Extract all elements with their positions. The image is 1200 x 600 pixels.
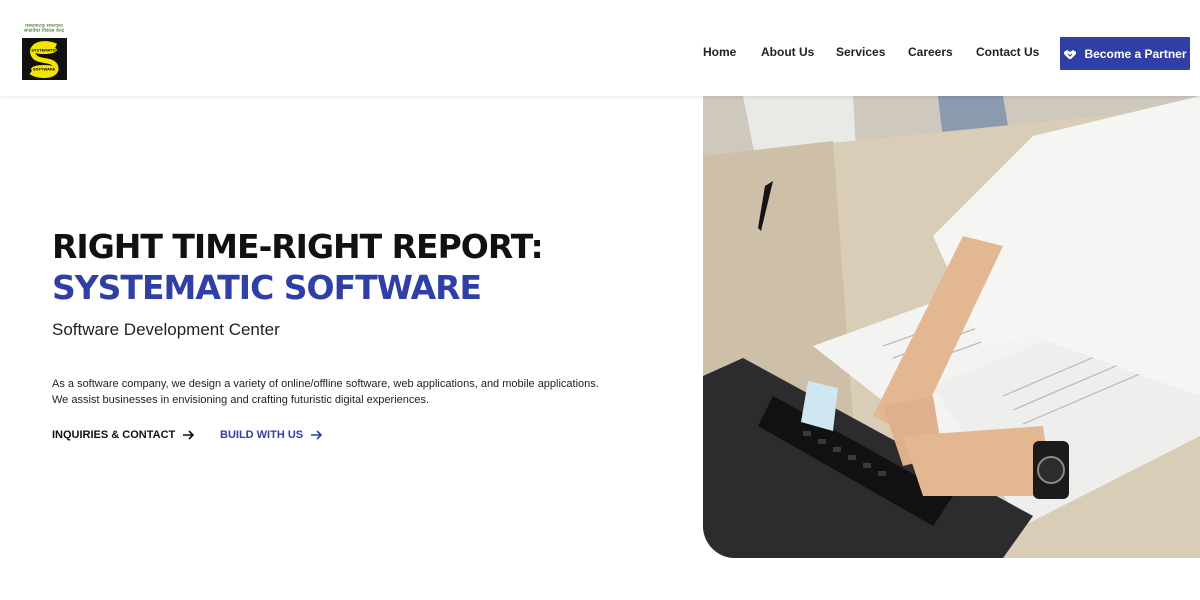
logo-text: सिस्टमेटिक सफ्टवेयर सफ्टवेयर विकास केन्द… xyxy=(14,24,74,34)
site-header: सिस्टमेटिक सफ्टवेयर सफ्टवेयर विकास केन्द… xyxy=(0,0,1200,96)
handshake-icon xyxy=(1063,48,1077,60)
logo-mark-top-text: SYSTEMATIC xyxy=(31,49,57,53)
hero-title-line1: RIGHT TIME-RIGHT REPORT: xyxy=(52,227,544,266)
brand-logo[interactable]: सिस्टमेटिक सफ्टवेयर सफ्टवेयर विकास केन्द… xyxy=(14,24,74,80)
nav-item-home[interactable]: Home xyxy=(703,45,736,59)
hero-title-line2: SYSTEMATIC SOFTWARE xyxy=(52,268,482,307)
become-partner-label: Become a Partner xyxy=(1084,46,1187,61)
logo-mark: SYSTEMATIC SOFTWARE xyxy=(22,38,67,80)
inquiries-contact-link[interactable]: INQUIRIES & CONTACT xyxy=(52,429,195,441)
arrow-right-icon xyxy=(311,430,323,440)
logo-mark-bottom-text: SOFTWARE xyxy=(33,68,56,72)
become-partner-button[interactable]: Become a Partner xyxy=(1060,37,1190,70)
arrow-right-icon xyxy=(183,430,195,440)
hero-description: As a software company, we design a varie… xyxy=(52,378,599,406)
nav-item-careers[interactable]: Careers xyxy=(908,45,953,59)
inquiries-contact-label: INQUIRIES & CONTACT xyxy=(52,429,176,441)
hero-image xyxy=(703,96,1200,558)
nav-item-about-us[interactable]: About Us xyxy=(761,45,814,59)
hero-subtitle: Software Development Center xyxy=(52,320,280,339)
build-with-us-label: BUILD WITH US xyxy=(220,429,304,441)
nav-item-contact-us[interactable]: Contact Us xyxy=(976,45,1039,59)
nav-item-services[interactable]: Services xyxy=(836,45,885,59)
build-with-us-link[interactable]: BUILD WITH US xyxy=(220,429,323,441)
logo-text-line2: सफ्टवेयर विकास केन्द्र xyxy=(23,28,65,34)
hero-title: RIGHT TIME-RIGHT REPORT: SYSTEMATIC SOFT… xyxy=(52,226,544,308)
